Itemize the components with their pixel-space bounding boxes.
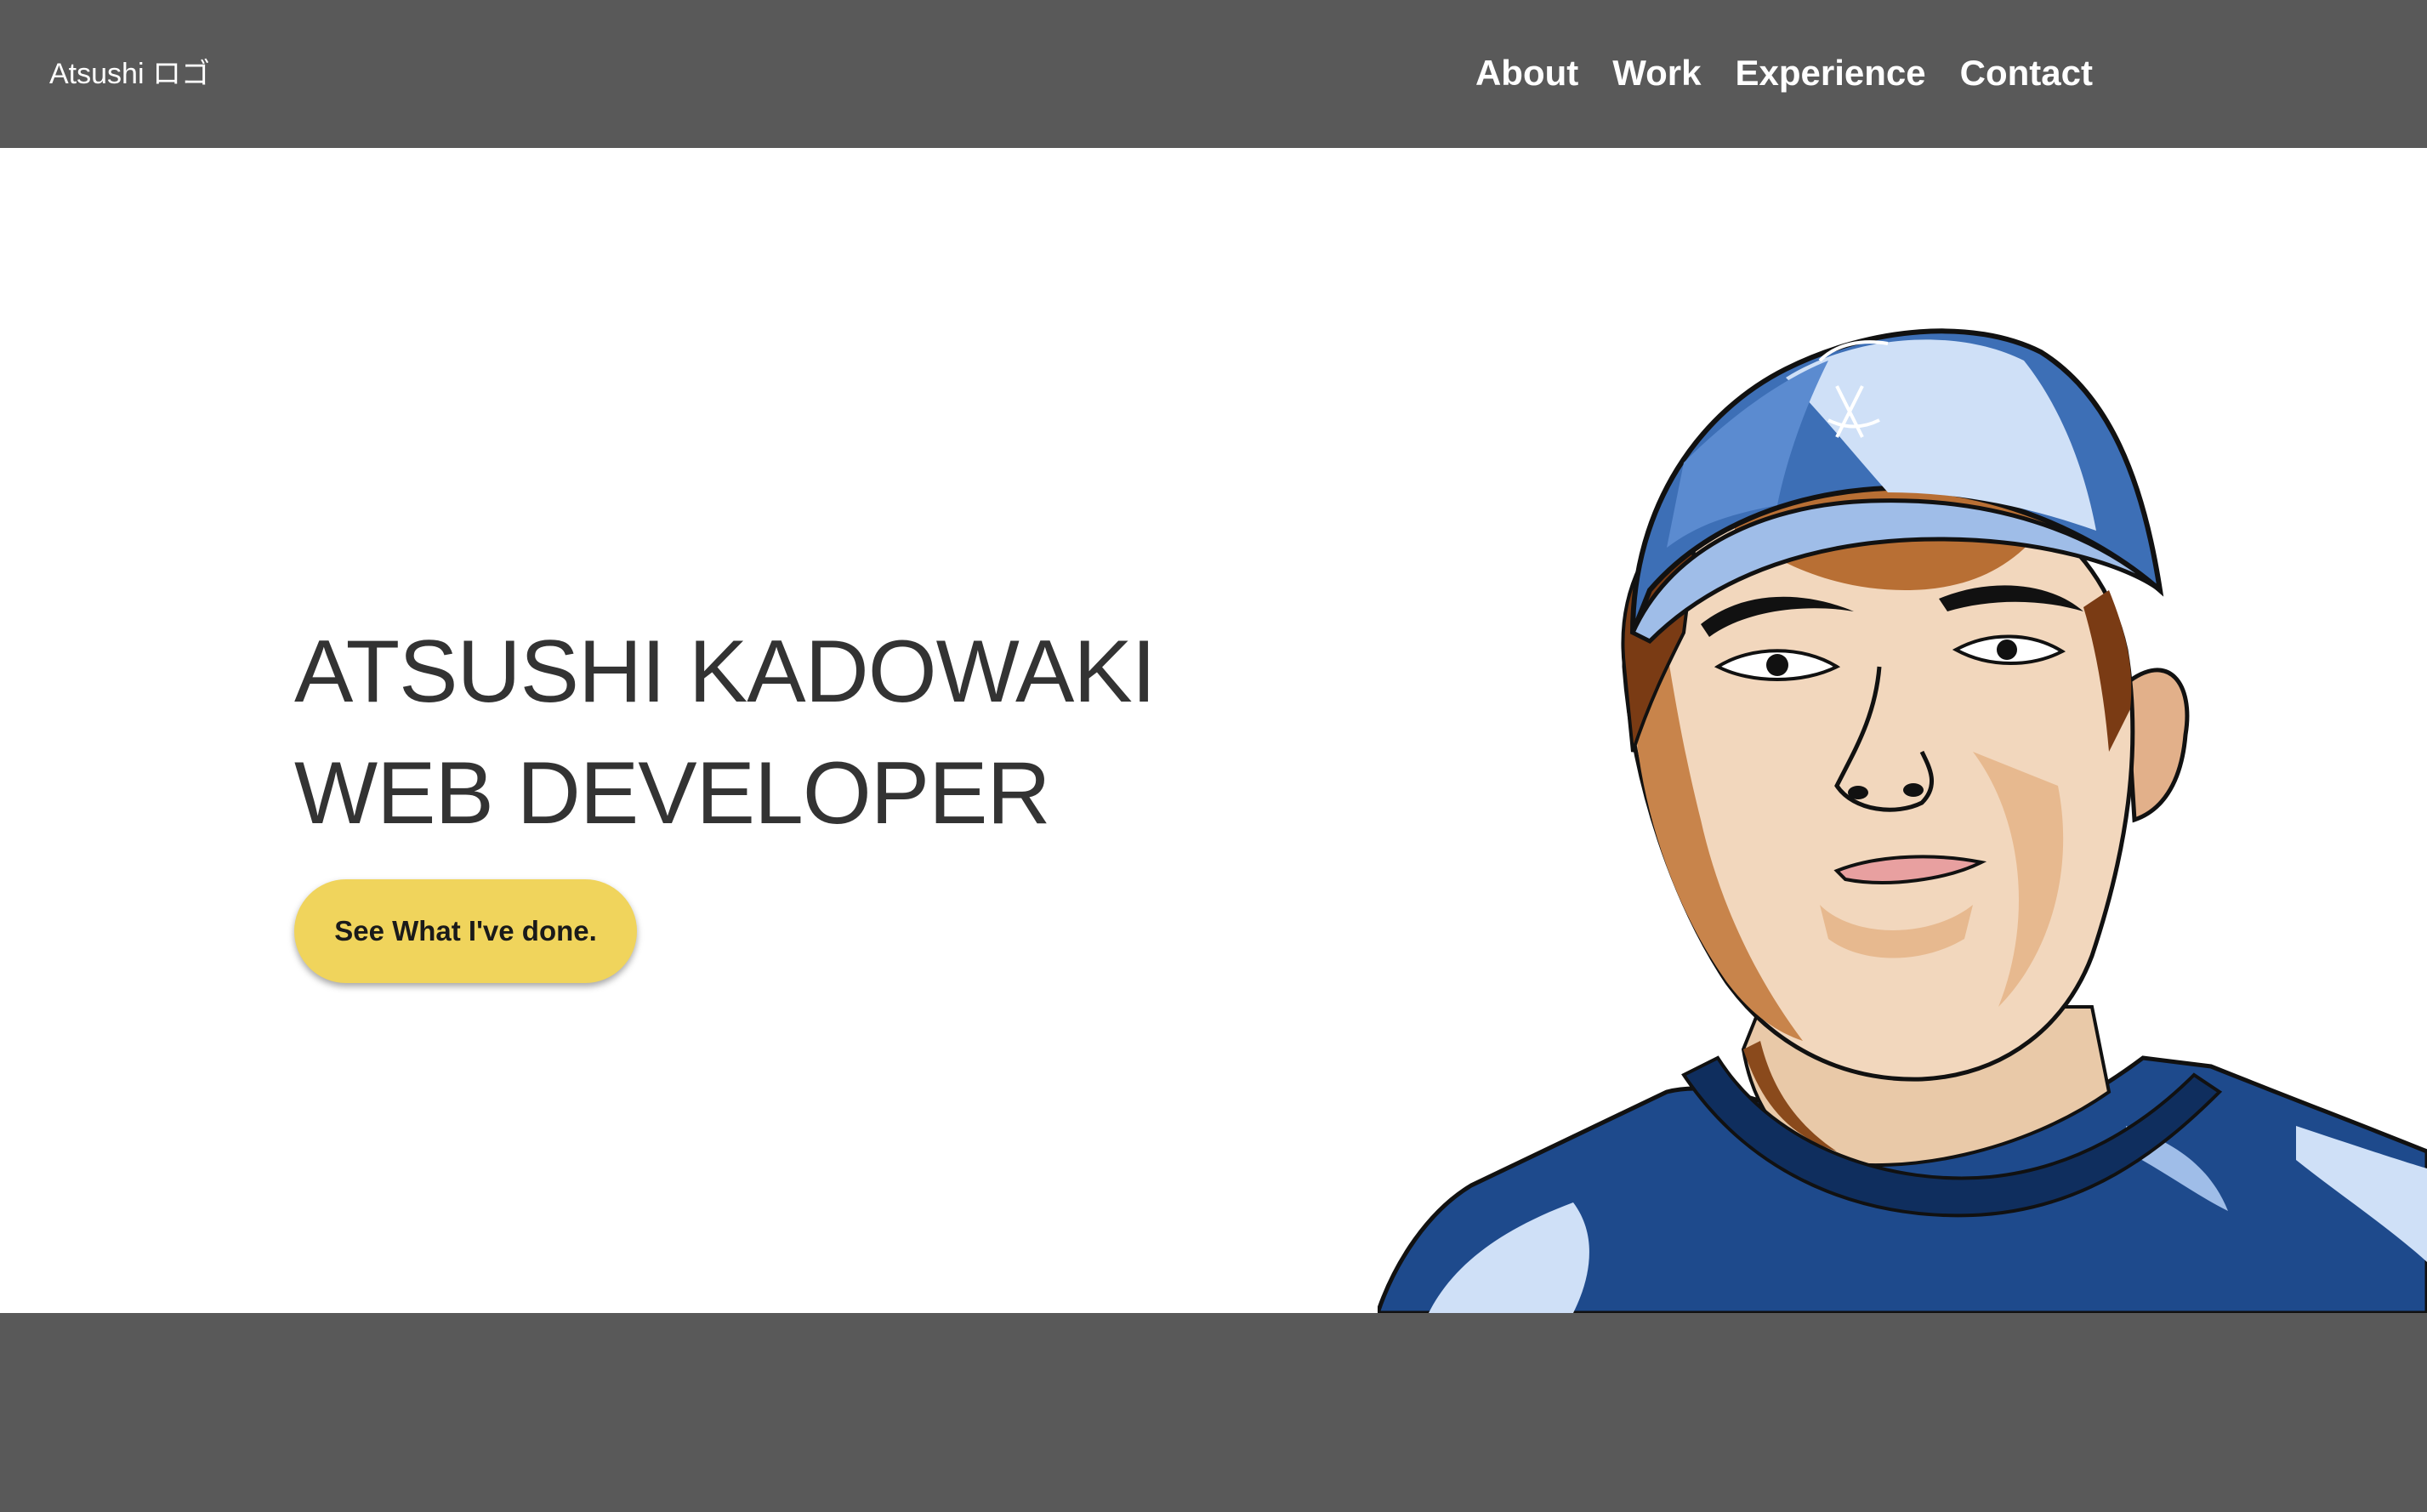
hero-title: ATSUSHI KADOWAKI WEB DEVELOPER — [294, 611, 1157, 855]
hero-role: WEB DEVELOPER — [294, 744, 1051, 843]
page: Atsushi ロゴ About Work Experience Contact… — [0, 0, 2427, 1512]
main-nav: About Work Experience Contact — [1475, 48, 2093, 99]
nav-contact[interactable]: Contact — [1960, 48, 2093, 99]
hero-section: ATSUSHI KADOWAKI WEB DEVELOPER See What … — [0, 148, 2427, 1313]
see-work-button[interactable]: See What I've done. — [294, 879, 637, 983]
nav-experience[interactable]: Experience — [1736, 48, 1926, 99]
nav-about[interactable]: About — [1475, 48, 1578, 99]
site-header: Atsushi ロゴ About Work Experience Contact — [0, 0, 2427, 148]
portrait-illustration — [1378, 328, 2427, 1313]
site-logo[interactable]: Atsushi ロゴ — [49, 54, 210, 94]
site-footer — [0, 1313, 2427, 1512]
hero-name: ATSUSHI KADOWAKI — [294, 622, 1157, 721]
nav-work[interactable]: Work — [1612, 48, 1701, 99]
